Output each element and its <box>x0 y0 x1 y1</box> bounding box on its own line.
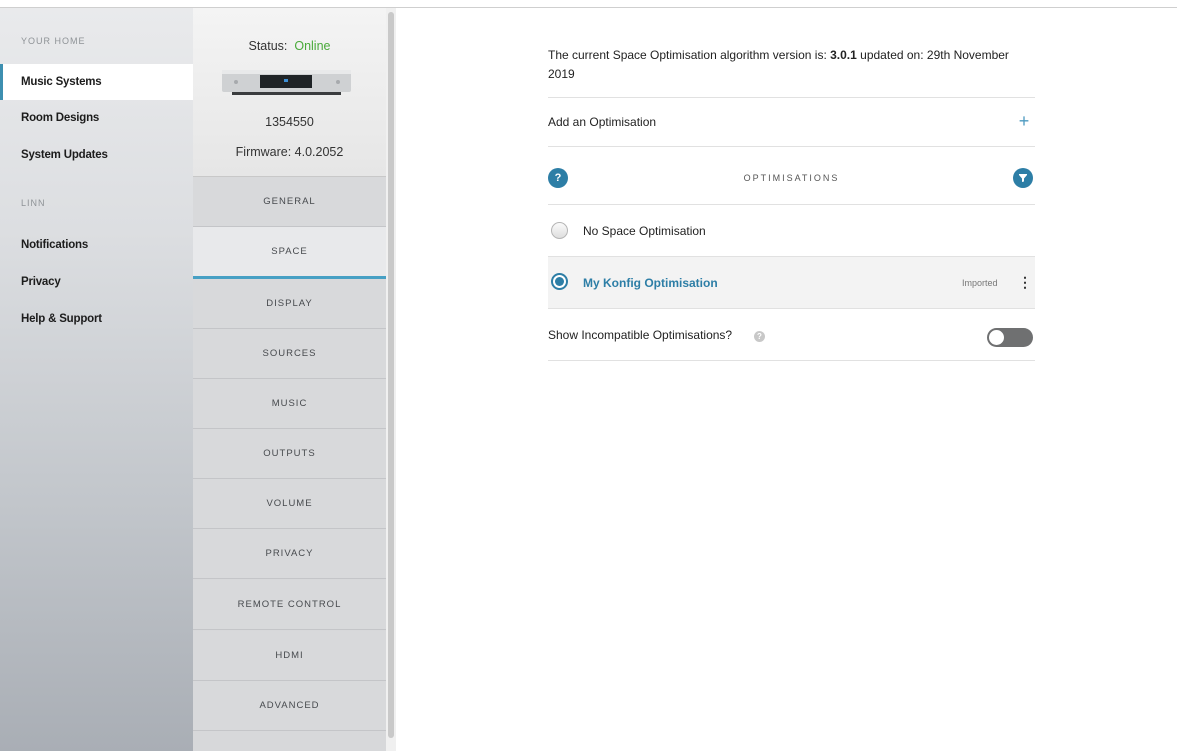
nav-section-your-home: YOUR HOME <box>21 36 86 46</box>
divider <box>548 97 1035 98</box>
device-serial: 1354550 <box>265 115 314 129</box>
filter-icon[interactable] <box>1013 168 1033 188</box>
version-number: 3.0.1 <box>830 48 857 62</box>
divider <box>548 204 1035 205</box>
device-image <box>222 70 351 95</box>
divider <box>548 308 1035 309</box>
scrollbar-thumb[interactable] <box>388 12 394 738</box>
tab-music[interactable]: MUSIC <box>193 379 386 429</box>
status-label: Status: <box>248 39 288 53</box>
tab-display[interactable]: DISPLAY <box>193 279 386 329</box>
show-incompatible-toggle[interactable] <box>987 328 1033 347</box>
left-navigation: YOUR HOME Music Systems Room Designs Sys… <box>0 8 193 751</box>
tab-advanced[interactable]: ADVANCED <box>193 681 386 731</box>
version-prefix: The current Space Optimisation algorithm… <box>548 48 831 62</box>
show-incompatible-label: Show Incompatible Optimisations? <box>548 328 733 342</box>
algorithm-version-text: The current Space Optimisation algorithm… <box>548 46 1035 84</box>
status-value: Online <box>294 39 331 53</box>
device-panel-scrollbar[interactable] <box>386 8 396 751</box>
tab-remote-control[interactable]: REMOTE CONTROL <box>193 580 386 630</box>
nav-section-linn: LINN <box>21 198 46 208</box>
toggle-knob <box>989 330 1004 345</box>
info-icon[interactable]: ? <box>754 331 765 342</box>
device-firmware: Firmware: 4.0.2052 <box>235 145 344 159</box>
device-panel: Status: Online 1354550 Firmware: 4.0.205… <box>193 8 386 751</box>
nav-item-notifications[interactable]: Notifications <box>0 227 193 263</box>
tab-outputs[interactable]: OUTPUTS <box>193 429 386 479</box>
tab-privacy[interactable]: PRIVACY <box>193 529 386 579</box>
tab-space[interactable]: SPACE <box>193 227 386 279</box>
tab-hdmi[interactable]: HDMI <box>193 631 386 681</box>
tab-sources[interactable]: SOURCES <box>193 329 386 379</box>
device-header: Status: Online 1354550 Firmware: 4.0.205… <box>193 8 386 177</box>
tab-volume[interactable]: VOLUME <box>193 479 386 529</box>
plus-icon[interactable]: + <box>1016 112 1032 130</box>
tab-general[interactable]: GENERAL <box>193 177 386 227</box>
kebab-menu-icon[interactable]: ⋮ <box>1018 275 1032 289</box>
divider <box>548 360 1035 361</box>
optimisations-header: OPTIMISATIONS <box>743 173 840 183</box>
imported-badge: Imported <box>962 278 998 288</box>
nav-item-privacy[interactable]: Privacy <box>0 264 193 300</box>
option-my-konfig-optimisation[interactable]: My Konfig Optimisation <box>583 276 718 290</box>
radio-no-space-optimisation[interactable] <box>551 222 568 239</box>
radio-my-konfig-optimisation[interactable] <box>551 273 568 290</box>
nav-item-help-support[interactable]: Help & Support <box>0 301 193 337</box>
divider <box>548 146 1035 147</box>
nav-item-room-designs[interactable]: Room Designs <box>0 100 193 136</box>
nav-item-music-systems[interactable]: Music Systems <box>0 64 193 100</box>
option-no-space-optimisation[interactable]: No Space Optimisation <box>583 224 706 238</box>
nav-item-system-updates[interactable]: System Updates <box>0 137 193 173</box>
device-status: Status: Online <box>193 39 386 53</box>
add-optimisation-label[interactable]: Add an Optimisation <box>548 115 656 129</box>
